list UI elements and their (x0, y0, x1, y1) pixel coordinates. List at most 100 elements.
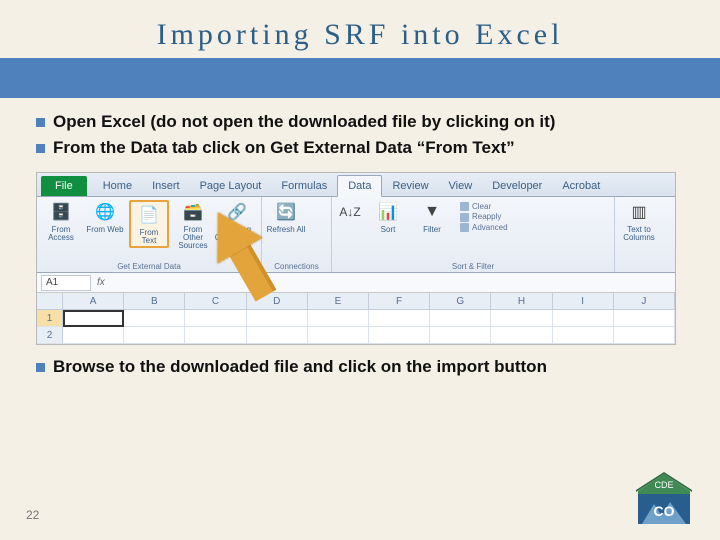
file-tab[interactable]: File (41, 176, 87, 196)
group-sort-filter: A↓Z 📊 Sort ▼ Filter Clear Reapply (332, 197, 615, 272)
grid-row-2: 2 (37, 327, 675, 344)
cell[interactable] (185, 310, 246, 327)
bullet-2-text: From the Data tab click on Get External … (53, 138, 515, 158)
clear-button[interactable]: Clear (460, 202, 508, 211)
group-data-tools: ▥ Text to Columns (615, 197, 675, 272)
square-bullet-icon (36, 118, 45, 127)
text-file-icon: 📄 (137, 203, 161, 227)
excel-window: File Home Insert Page Layout Formulas Da… (36, 172, 676, 345)
cde-colorado-logo-icon: CDE CO (632, 470, 696, 528)
from-access-button[interactable]: 🗄️ From Access (41, 200, 81, 242)
refresh-icon: 🔄 (274, 200, 298, 224)
col-A[interactable]: A (63, 293, 124, 309)
cell[interactable] (553, 310, 614, 327)
cell[interactable] (430, 327, 491, 344)
filter-label: Filter (423, 226, 441, 234)
bullet-2: From the Data tab click on Get External … (36, 138, 684, 158)
cell[interactable] (614, 310, 675, 327)
web-icon: 🌐 (93, 200, 117, 224)
cell[interactable] (185, 327, 246, 344)
sort-az-icon: A↓Z (338, 200, 362, 224)
cell[interactable] (614, 327, 675, 344)
cell[interactable] (308, 310, 369, 327)
ribbon-tabs: File Home Insert Page Layout Formulas Da… (37, 173, 675, 197)
logo-cde-text: CDE (654, 480, 673, 490)
tab-developer[interactable]: Developer (482, 176, 552, 196)
filter-icon: ▼ (420, 200, 444, 224)
bullet-3-text: Browse to the downloaded file and click … (53, 357, 547, 377)
refresh-all-label: Refresh All (267, 226, 306, 234)
excel-screenshot: File Home Insert Page Layout Formulas Da… (36, 172, 684, 345)
column-headers: A B C D E F G H I J (37, 293, 675, 310)
other-sources-icon: 🗃️ (181, 200, 205, 224)
cell[interactable] (124, 310, 185, 327)
tab-review[interactable]: Review (382, 176, 438, 196)
square-bullet-icon (36, 144, 45, 153)
from-text-button[interactable]: 📄 From Text (129, 200, 169, 248)
tab-data[interactable]: Data (337, 175, 382, 197)
col-J[interactable]: J (614, 293, 675, 309)
group-label-data-tools (619, 270, 671, 271)
cell[interactable] (63, 327, 124, 344)
cell[interactable] (369, 327, 430, 344)
sort-label: Sort (381, 226, 396, 234)
cell[interactable] (491, 327, 552, 344)
cell[interactable] (491, 310, 552, 327)
advanced-button[interactable]: Advanced (460, 223, 508, 232)
from-web-label: From Web (86, 226, 123, 234)
col-H[interactable]: H (491, 293, 552, 309)
tab-insert[interactable]: Insert (142, 176, 190, 196)
name-box[interactable]: A1 (41, 275, 91, 291)
text-to-columns-label: Text to Columns (619, 226, 659, 242)
cell[interactable] (553, 327, 614, 344)
refresh-all-button[interactable]: 🔄 Refresh All (266, 200, 306, 234)
text-to-columns-icon: ▥ (627, 200, 651, 224)
reapply-button[interactable]: Reapply (460, 212, 508, 221)
page-title: Importing SRF into Excel (0, 18, 720, 52)
cell[interactable] (247, 327, 308, 344)
blue-divider-band (0, 58, 720, 98)
from-access-label: From Access (41, 226, 81, 242)
ribbon-body: 🗄️ From Access 🌐 From Web 📄 From Text (37, 197, 675, 273)
select-all-corner[interactable] (37, 293, 63, 309)
tab-formulas[interactable]: Formulas (271, 176, 337, 196)
filter-button[interactable]: ▼ Filter (412, 200, 452, 234)
bullet-1-text: Open Excel (do not open the downloaded f… (53, 112, 555, 132)
content-area: Open Excel (do not open the downloaded f… (0, 98, 720, 377)
cell[interactable] (124, 327, 185, 344)
col-F[interactable]: F (369, 293, 430, 309)
filter-options: Clear Reapply Advanced (456, 200, 512, 234)
sort-az-button[interactable]: A↓Z (336, 200, 364, 224)
from-web-button[interactable]: 🌐 From Web (85, 200, 125, 234)
col-I[interactable]: I (553, 293, 614, 309)
grid-row-1: 1 (37, 310, 675, 327)
cell[interactable] (430, 310, 491, 327)
col-G[interactable]: G (430, 293, 491, 309)
page-number: 22 (26, 508, 39, 522)
title-area: Importing SRF into Excel (0, 0, 720, 58)
row-header-2[interactable]: 2 (37, 327, 63, 344)
cell[interactable] (308, 327, 369, 344)
row-header-1[interactable]: 1 (37, 310, 63, 327)
square-bullet-icon (36, 363, 45, 372)
from-text-label: From Text (132, 229, 166, 245)
cell[interactable] (247, 310, 308, 327)
text-to-columns-button[interactable]: ▥ Text to Columns (619, 200, 659, 242)
tab-acrobat[interactable]: Acrobat (552, 176, 610, 196)
bullet-1: Open Excel (do not open the downloaded f… (36, 112, 684, 132)
bullet-3: Browse to the downloaded file and click … (36, 357, 684, 377)
sort-icon: 📊 (376, 200, 400, 224)
col-E[interactable]: E (308, 293, 369, 309)
access-icon: 🗄️ (49, 200, 73, 224)
col-B[interactable]: B (124, 293, 185, 309)
tab-view[interactable]: View (439, 176, 483, 196)
logo-co-text: CO (654, 503, 675, 519)
group-label-sort-filter: Sort & Filter (336, 261, 610, 271)
cell-A1[interactable] (63, 310, 124, 327)
fx-icon[interactable]: fx (97, 277, 105, 288)
formula-bar: A1 fx (37, 273, 675, 293)
cell[interactable] (369, 310, 430, 327)
tab-page-layout[interactable]: Page Layout (190, 176, 272, 196)
tab-home[interactable]: Home (93, 176, 142, 196)
sort-button[interactable]: 📊 Sort (368, 200, 408, 234)
